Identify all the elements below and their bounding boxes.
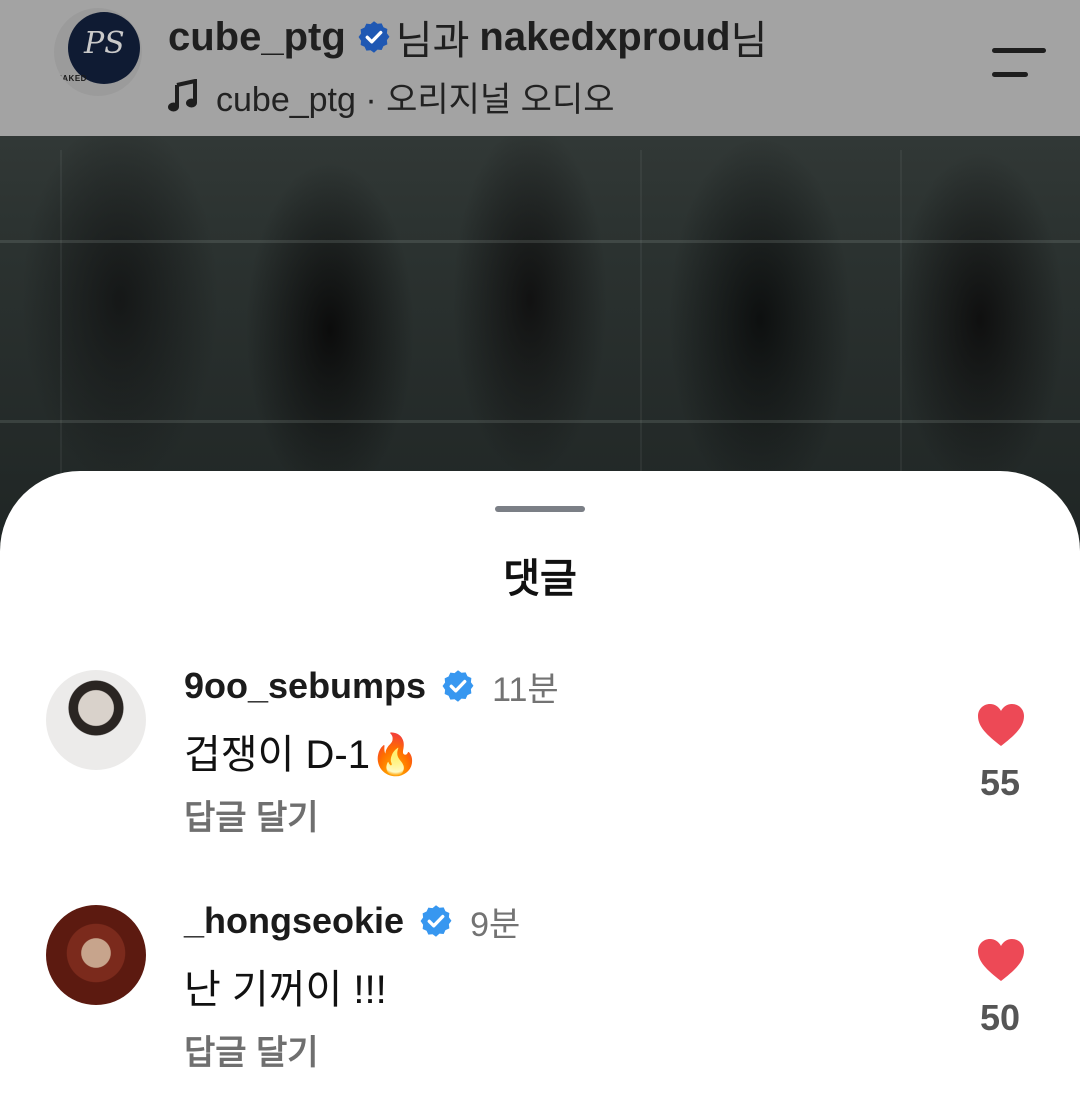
like-count: 50 <box>979 997 1021 1038</box>
music-note-icon <box>168 79 198 113</box>
comment-text: 겁쟁이 D-1🔥 <box>184 733 420 777</box>
sheet-drag-handle[interactable] <box>495 506 585 512</box>
comment-text: 난 기꺼이 !!! <box>184 968 387 1012</box>
like-heart-icon[interactable] <box>976 937 1026 983</box>
comment-header: 9oo_sebumps 11분 <box>184 664 559 709</box>
commenter-username[interactable]: _hongseokie <box>184 900 404 942</box>
avatar-brand: NAKED <box>56 74 87 83</box>
reply-button[interactable]: 답글 달기 <box>184 790 319 839</box>
comment-time: 11분 <box>492 670 559 709</box>
sheet-title: 댓글 <box>503 557 577 601</box>
commenter-username[interactable]: 9oo_sebumps <box>184 665 426 707</box>
reply-button[interactable]: 답글 달기 <box>184 1025 319 1074</box>
comment-time: 9분 <box>470 905 521 944</box>
verified-badge-icon <box>356 19 392 55</box>
author-row: cube_ptg 님과 nakedxproud 님 <box>168 10 767 64</box>
comments-sheet: 댓글 9oo_sebumps 11분 겁쟁이 D-1🔥 답글 달기 55 _ho… <box>0 471 1080 1093</box>
collaborator-suffix: 님 <box>730 19 768 63</box>
with-suffix: 님과 <box>395 19 470 63</box>
verified-badge-icon <box>418 903 454 939</box>
author-username[interactable]: cube_ptg <box>168 15 346 60</box>
commenter-avatar[interactable] <box>46 670 146 770</box>
audio-label: cube_ptg · 오리지널 오디오 <box>216 80 615 119</box>
like-count: 55 <box>979 762 1021 803</box>
comment-item: _hongseokie 9분 난 기꺼이 !!! 답글 달기 50 <box>0 900 1080 1093</box>
collaborator-username[interactable]: nakedxproud <box>479 15 730 60</box>
audio-row[interactable]: cube_ptg · 오리지널 오디오 <box>168 72 615 120</box>
commenter-avatar[interactable] <box>46 905 146 1005</box>
avatar-monogram: PS <box>84 26 125 61</box>
verified-badge-icon <box>440 668 476 704</box>
comment-header: _hongseokie 9분 <box>184 899 521 944</box>
like-heart-icon[interactable] <box>976 702 1026 748</box>
menu-icon[interactable] <box>988 46 1048 80</box>
reel-header: PS NAKED cube_ptg 님과 nakedxproud 님 cube_… <box>0 0 1080 136</box>
reels-comments-screen: PS NAKED cube_ptg 님과 nakedxproud 님 cube_… <box>0 0 1080 1093</box>
comment-item: 9oo_sebumps 11분 겁쟁이 D-1🔥 답글 달기 55 <box>0 665 1080 870</box>
author-avatar[interactable]: PS NAKED <box>54 8 142 96</box>
